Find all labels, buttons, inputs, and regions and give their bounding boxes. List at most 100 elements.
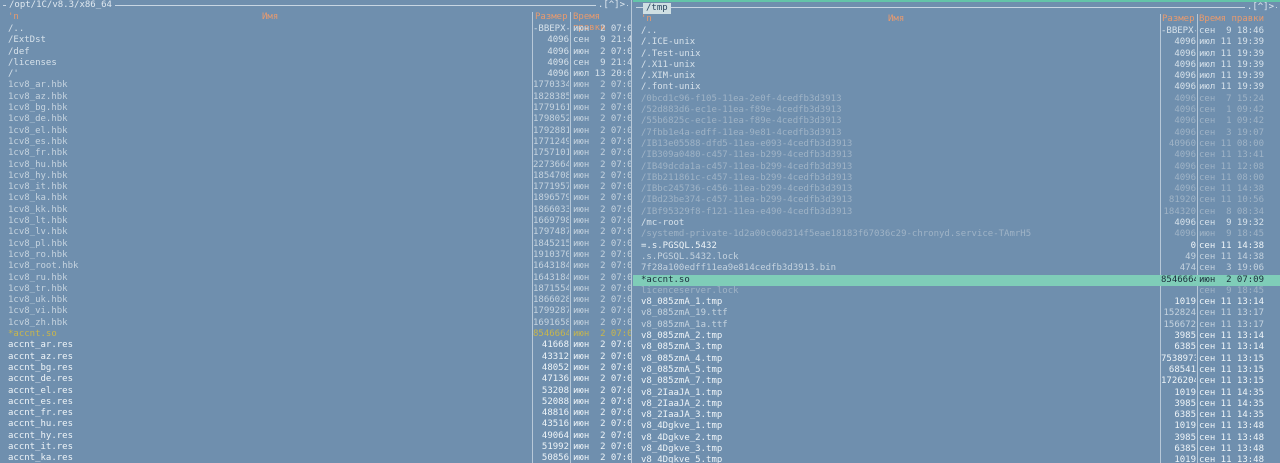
file-row[interactable]: accnt_de.res 47136 июн 2 07:09 [0, 374, 631, 385]
file-row[interactable]: v8_4Dgkve_5.tmp 1019 сен 11 13:48 [633, 455, 1280, 463]
file-row[interactable]: *accnt.so8546664июн 2 07:09 [633, 274, 1280, 286]
file-row[interactable]: 1cv8_zh.hbk 1691658 июн 2 07:09 [0, 318, 631, 329]
file-row[interactable]: accnt_el.res 53208 июн 2 07:09 [0, 386, 631, 397]
file-row[interactable]: 1cv8_hy.hbk 1854708 июн 2 07:09 [0, 171, 631, 182]
file-row[interactable]: /.XIM-unix 4096 июл 11 19:39 [633, 71, 1280, 82]
header-mark[interactable]: 'n [8, 12, 19, 23]
file-row[interactable]: 1cv8_lv.hbk 1797487 июн 2 07:09 [0, 227, 631, 238]
file-row[interactable]: /licenses 4096 сен 9 21:47 [0, 58, 631, 69]
file-row[interactable]: /IBb211861c-c457-11ea-b299-4cedfb3d3913 4… [633, 173, 1280, 184]
file-row[interactable]: 1cv8_ro.hbk 1910370 июн 2 07:09 [0, 250, 631, 261]
file-size: 4096 [1174, 150, 1196, 161]
file-row[interactable]: 1cv8_az.hbk 1828385 июн 2 07:09 [0, 92, 631, 103]
file-row[interactable]: accnt_bg.res 48052 июн 2 07:09 [0, 363, 631, 374]
header-size[interactable]: Размер [535, 12, 568, 23]
file-row[interactable]: v8_085zmA_1a.ttf 156672 сен 11 13:17 [633, 320, 1280, 331]
file-row[interactable]: 1cv8_ka.hbk 1896579 июн 2 07:09 [0, 193, 631, 204]
panel-path[interactable]: /opt/1C/v8.3/x86_64 [6, 0, 115, 11]
file-row[interactable]: licenceserver.lock сен 9 18:45 [633, 286, 1280, 297]
file-row[interactable]: v8_4Dgkve_3.tmp 6385 сен 11 13:48 [633, 444, 1280, 455]
file-row[interactable]: v8_4Dgkve_2.tmp 3985 сен 11 13:48 [633, 433, 1280, 444]
file-row[interactable]: accnt_az.res 43312 июн 2 07:09 [0, 352, 631, 363]
file-list[interactable]: /.. -ВВЕРХ-сен 9 18:46/.ICE-unix 4096 июл 1… [633, 26, 1280, 463]
file-row[interactable]: =.s.PGSQL.5432 0 сен 11 14:38 [633, 241, 1280, 252]
file-row[interactable]: 1cv8_el.hbk 1792881 июн 2 07:09 [0, 126, 631, 137]
file-row[interactable]: v8_085zmA_5.tmp 68541 сен 11 13:15 [633, 365, 1280, 376]
file-row[interactable]: /ExtDst 4096 сен 9 21:47 [0, 35, 631, 46]
file-row[interactable]: v8_085zmA_7.tmp 1726204 сен 11 13:15 [633, 376, 1280, 387]
file-row[interactable]: v8_2IaaJA_3.tmp 6385 сен 11 14:35 [633, 410, 1280, 421]
file-row[interactable]: 1cv8_uk.hbk 1866028 июн 2 07:09 [0, 295, 631, 306]
file-row[interactable]: 1cv8_vi.hbk 1799287 июн 2 07:09 [0, 306, 631, 317]
header-mark[interactable]: 'n [641, 14, 652, 25]
file-row[interactable]: /.. -ВВЕРХ-сен 9 18:46 [633, 26, 1280, 37]
left-panel[interactable]: /opt/1C/v8.3/x86_64 .[^]> 'n Имя Размер … [0, 0, 632, 463]
file-mtime: июн 2 07:09 [573, 182, 631, 193]
file-row[interactable]: accnt_ka.res 50856 июн 2 07:09 [0, 453, 631, 463]
file-row[interactable]: /IB13e05588-dfd5-11ea-e093-4cedfb3d3913 4… [633, 139, 1280, 150]
header-name[interactable]: Имя [262, 12, 278, 23]
file-row[interactable]: 1cv8_lt.hbk 1669798 июн 2 07:09 [0, 216, 631, 227]
file-row[interactable]: /IBd23be374-c457-11ea-b299-4cedfb3d3913 8… [633, 195, 1280, 206]
file-row[interactable]: 1cv8_tr.hbk 1871554 июн 2 07:09 [0, 284, 631, 295]
file-row[interactable]: /def 4096 июн 2 07:09 [0, 47, 631, 58]
file-row[interactable]: v8_2IaaJA_1.tmp 1019 сен 11 14:35 [633, 388, 1280, 399]
file-row[interactable]: 1cv8_bg.hbk 1779161 июн 2 07:09 [0, 103, 631, 114]
header-name[interactable]: Имя [888, 14, 904, 25]
file-row[interactable]: v8_085zmA_4.tmp 7538973 сен 11 13:15 [633, 354, 1280, 365]
file-row[interactable]: /.ICE-unix 4096 июл 11 19:39 [633, 37, 1280, 48]
file-row[interactable]: 1cv8_kk.hbk 1866033 июн 2 07:09 [0, 205, 631, 216]
panel-path[interactable]: /tmp [643, 3, 671, 14]
file-name: accnt_hu.res [8, 419, 74, 430]
file-row[interactable]: v8_085zmA_2.tmp 3985 сен 11 13:14 [633, 331, 1280, 342]
file-row[interactable]: accnt_it.res 51992 июн 2 07:09 [0, 442, 631, 453]
file-row[interactable]: 1cv8_fr.hbk 1757101 июн 2 07:09 [0, 148, 631, 159]
file-row[interactable]: /7fbb1e4a-edff-11ea-9e81-4cedfb3d3913 409… [633, 128, 1280, 139]
file-row[interactable]: /.font-unix 4096 июл 11 19:39 [633, 82, 1280, 93]
header-size[interactable]: Размер [1162, 14, 1195, 25]
file-row[interactable]: .s.PGSQL.5432.lock 49 сен 11 14:38 [633, 252, 1280, 263]
file-row[interactable]: /IBbc245736-c456-11ea-b299-4cedfb3d3913 4… [633, 184, 1280, 195]
file-size: 4096 [1174, 37, 1196, 48]
file-row[interactable]: /0bcd1c96-f105-11ea-2e0f-4cedfb3d3913 409… [633, 94, 1280, 105]
file-row[interactable]: /.Test-unix 4096 июл 11 19:39 [633, 49, 1280, 60]
file-row[interactable]: 1cv8_it.hbk 1771957 июн 2 07:09 [0, 182, 631, 193]
file-row[interactable]: /IBf95329f8-f121-11ea-e490-4cedfb3d3913 1… [633, 207, 1280, 218]
file-row[interactable]: /52d883d6-ec1e-11ea-f89e-4cedfb3d3913 409… [633, 105, 1280, 116]
file-row[interactable]: /.. -ВВЕРХ-июн 2 07:09 [0, 24, 631, 35]
file-row[interactable]: *accnt.so8546664июн 2 07:09 [0, 329, 631, 340]
file-name: 1cv8_it.hbk [8, 182, 68, 193]
file-row[interactable]: 1cv8_es.hbk 1771249 июн 2 07:09 [0, 137, 631, 148]
file-row[interactable]: v8_085zmA_1.tmp 1019 сен 11 13:14 [633, 297, 1280, 308]
file-row[interactable]: accnt_fr.res 48816 июн 2 07:09 [0, 408, 631, 419]
file-row[interactable]: /.X11-unix 4096 июл 11 19:39 [633, 60, 1280, 71]
file-row[interactable]: 1cv8_root.hbk 1643184 июн 2 07:09 [0, 261, 631, 272]
file-row[interactable]: 1cv8_ar.hbk 1770334 июн 2 07:09 [0, 80, 631, 91]
file-size: 1757101 [533, 148, 569, 159]
right-panel[interactable]: /tmp .[^]> 'n Имя Размер Время правки /.… [633, 0, 1280, 463]
file-row[interactable]: 1cv8_pl.hbk 1845215 июн 2 07:09 [0, 239, 631, 250]
file-row[interactable]: /mc-root 4096 сен 9 19:32 [633, 218, 1280, 229]
file-row[interactable]: 1cv8_de.hbk 1798052 июн 2 07:09 [0, 114, 631, 125]
file-row[interactable]: v8_2IaaJA_2.tmp 3985 сен 11 14:35 [633, 399, 1280, 410]
file-row[interactable]: accnt_hy.res 49064 июн 2 07:09 [0, 431, 631, 442]
panel-menu-toggle[interactable]: .[^]> [1244, 2, 1276, 13]
file-row[interactable]: /IB309a0480-c457-11ea-b299-4cedfb3d3913 4… [633, 150, 1280, 161]
file-row[interactable]: accnt_ar.res 41668 июн 2 07:09 [0, 340, 631, 351]
file-row[interactable]: v8_4Dgkve_1.tmp 1019 сен 11 13:48 [633, 421, 1280, 432]
file-row[interactable]: 1cv8_ru.hbk 1643184 июн 2 07:09 [0, 273, 631, 284]
file-row[interactable]: 7f28a100edff11ea9e814cedfb3d3913.bin 474 с… [633, 263, 1280, 274]
file-row[interactable]: /IB49dcda1a-c457-11ea-b299-4cedfb3d3913 4… [633, 162, 1280, 173]
panel-menu-toggle[interactable]: .[^]> [595, 0, 627, 11]
file-list[interactable]: /.. -ВВЕРХ-июн 2 07:09/ExtDst 4096 сен 9 21… [0, 24, 631, 463]
file-row[interactable]: /systemd-private-1d2a00c06d314f5eae18183… [633, 229, 1280, 240]
file-row[interactable]: accnt_es.res 52088 июн 2 07:09 [0, 397, 631, 408]
file-row[interactable]: v8_085zmA_19.ttf 152824 сен 11 13:17 [633, 308, 1280, 319]
file-name: /.. [8, 24, 25, 34]
file-row[interactable]: /' 4096 июл 13 20:05 [0, 69, 631, 80]
file-row[interactable]: 1cv8_hu.hbk 2273664 июн 2 07:09 [0, 160, 631, 171]
file-row[interactable]: v8_085zmA_3.tmp 6385 сен 11 13:14 [633, 342, 1280, 353]
header-time[interactable]: Время правки [1199, 14, 1264, 25]
file-row[interactable]: accnt_hu.res 43516 июн 2 07:09 [0, 419, 631, 430]
file-row[interactable]: /55b6825c-ec1e-11ea-f89e-4cedfb3d3913 409… [633, 116, 1280, 127]
